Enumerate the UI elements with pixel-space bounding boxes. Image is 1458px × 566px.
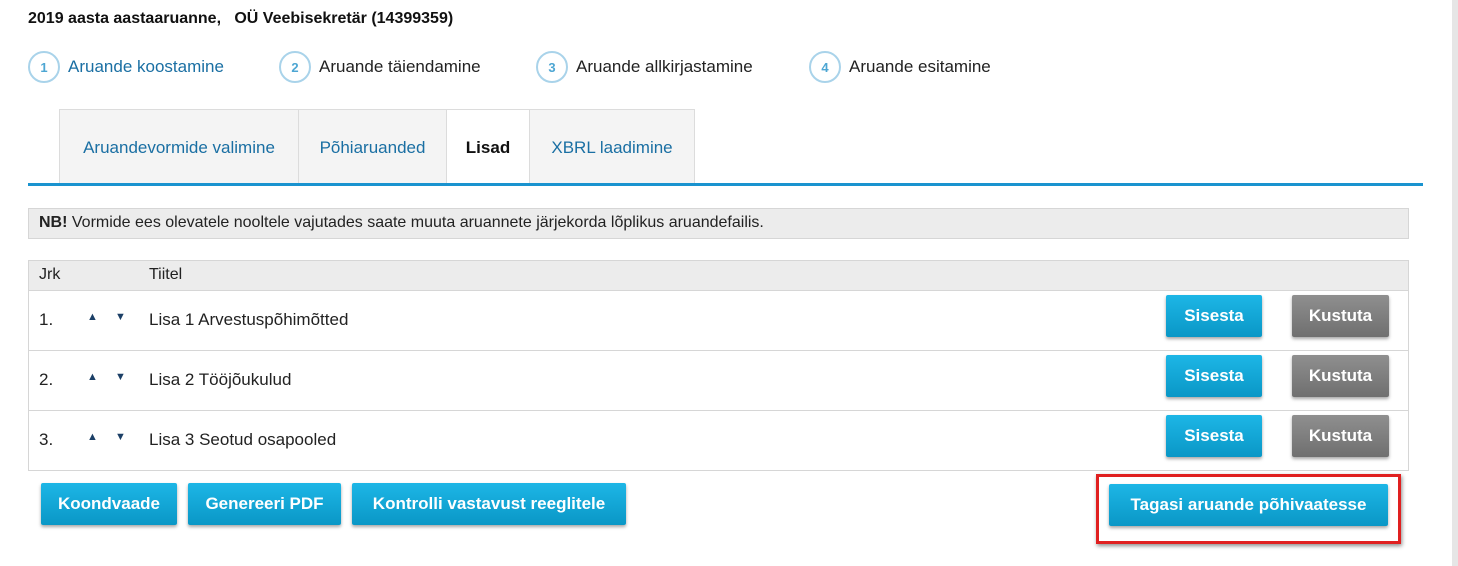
delete-button[interactable]: Kustuta bbox=[1292, 295, 1389, 337]
move-up-icon[interactable]: ▲ bbox=[87, 310, 98, 324]
step-number-1: 1 bbox=[28, 51, 60, 83]
step-number-3: 3 bbox=[536, 51, 568, 83]
generate-pdf-button[interactable]: Genereeri PDF bbox=[188, 483, 341, 525]
table-header: Jrk Tiitel bbox=[29, 261, 1408, 291]
delete-button[interactable]: Kustuta bbox=[1292, 355, 1389, 397]
row-number: 1. bbox=[39, 310, 54, 329]
tab-form-selection[interactable]: Aruandevormide valimine bbox=[59, 109, 299, 185]
step-label-3: Aruande allkirjastamine bbox=[576, 57, 753, 76]
tab-annexes[interactable]: Lisad bbox=[446, 109, 530, 185]
scrollbar-track[interactable] bbox=[1452, 0, 1458, 566]
annex-table: Jrk Tiitel 1. ▲ ▼ Lisa 1 Arvestuspõhimõt… bbox=[28, 260, 1409, 471]
table-row: 1. ▲ ▼ Lisa 1 Arvestuspõhimõtted Sisesta… bbox=[29, 291, 1408, 351]
summary-view-button[interactable]: Koondvaade bbox=[41, 483, 177, 525]
step-label-4: Aruande esitamine bbox=[849, 57, 991, 76]
header-title: Tiitel bbox=[149, 266, 183, 283]
step-label-2: Aruande täiendamine bbox=[319, 57, 481, 76]
edit-button[interactable]: Sisesta bbox=[1166, 295, 1262, 337]
tab-xbrl-upload[interactable]: XBRL laadimine bbox=[529, 109, 695, 185]
row-title: Lisa 1 Arvestuspõhimõtted bbox=[149, 310, 349, 329]
tab-underline bbox=[28, 183, 1423, 186]
step-4[interactable]: 4 Aruande esitamine bbox=[809, 50, 991, 84]
move-up-icon[interactable]: ▲ bbox=[87, 370, 98, 384]
notice-box: NB! Vormide ees olevatele nooltele vajut… bbox=[28, 208, 1409, 239]
row-title: Lisa 3 Seotud osapooled bbox=[149, 430, 337, 449]
row-number: 2. bbox=[39, 370, 54, 389]
move-down-icon[interactable]: ▼ bbox=[115, 430, 126, 444]
move-down-icon[interactable]: ▼ bbox=[115, 370, 126, 384]
page-title: 2019 aasta aastaaruanne, OÜ Veebisekretä… bbox=[28, 10, 454, 27]
tab-main-reports[interactable]: Põhiaruanded bbox=[298, 109, 447, 185]
step-number-2: 2 bbox=[279, 51, 311, 83]
step-number-4: 4 bbox=[809, 51, 841, 83]
step-1[interactable]: 1 Aruande koostamine bbox=[28, 50, 224, 84]
notice-text: Vormide ees olevatele nooltele vajutades… bbox=[67, 214, 764, 231]
step-2[interactable]: 2 Aruande täiendamine bbox=[279, 50, 481, 84]
header-jrk: Jrk bbox=[39, 266, 61, 283]
table-row: 3. ▲ ▼ Lisa 3 Seotud osapooled Sisesta K… bbox=[29, 411, 1408, 471]
tab-bar: Aruandevormide valimine Põhiaruanded Lis… bbox=[59, 109, 695, 185]
move-up-icon[interactable]: ▲ bbox=[87, 430, 98, 444]
row-number: 3. bbox=[39, 430, 54, 449]
table-row: 2. ▲ ▼ Lisa 2 Tööjõukulud Sisesta Kustut… bbox=[29, 351, 1408, 411]
notice-bold: NB! bbox=[39, 214, 68, 231]
step-label-1: Aruande koostamine bbox=[68, 57, 224, 76]
step-3[interactable]: 3 Aruande allkirjastamine bbox=[536, 50, 753, 84]
edit-button[interactable]: Sisesta bbox=[1166, 355, 1262, 397]
move-down-icon[interactable]: ▼ bbox=[115, 310, 126, 324]
row-title: Lisa 2 Tööjõukulud bbox=[149, 370, 292, 389]
delete-button[interactable]: Kustuta bbox=[1292, 415, 1389, 457]
validate-rules-button[interactable]: Kontrolli vastavust reeglitele bbox=[352, 483, 626, 525]
highlight-frame bbox=[1096, 474, 1401, 544]
edit-button[interactable]: Sisesta bbox=[1166, 415, 1262, 457]
